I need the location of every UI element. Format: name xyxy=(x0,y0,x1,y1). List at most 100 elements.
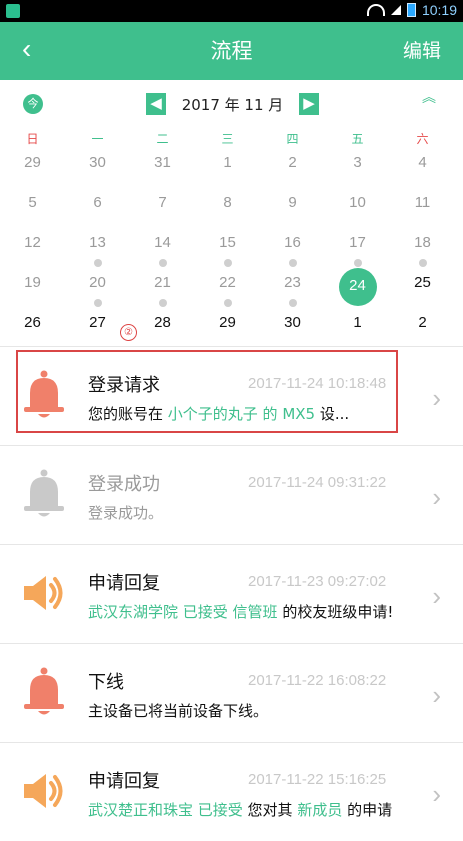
today-button[interactable]: 今 xyxy=(23,94,43,114)
weekday-label: 日 xyxy=(26,132,39,146)
calendar-day[interactable]: 9 xyxy=(260,190,325,230)
day-number: 11 xyxy=(414,194,431,211)
calendar-day[interactable]: 16 xyxy=(260,230,325,270)
prev-month-button[interactable]: ◀ xyxy=(146,93,166,115)
speaker-icon xyxy=(22,567,66,619)
calendar-day[interactable]: 10 xyxy=(325,190,390,230)
notification-item[interactable]: 登录成功 2017-11-24 09:31:22 登录成功。 › xyxy=(0,445,463,544)
calendar-day[interactable]: 11 xyxy=(390,190,455,230)
month-label: 2017 年 11 月 xyxy=(181,96,284,114)
body-text: 的申请 xyxy=(342,801,393,819)
day-number: 29 xyxy=(219,314,236,331)
bell-icon xyxy=(22,666,66,718)
notification-time: 2017-11-22 15:16:25 xyxy=(248,771,387,788)
event-dot xyxy=(223,259,232,267)
notification-body: 武汉东湖学院 已接受 信管班 的校友班级申请! xyxy=(88,601,408,624)
day-number: 10 xyxy=(349,194,366,211)
notification-item[interactable]: 申请回复 2017-11-23 09:27:02 武汉东湖学院 已接受 信管班 的校… xyxy=(0,544,463,643)
event-dot xyxy=(93,299,102,307)
calendar-day[interactable]: 29 xyxy=(0,150,65,190)
body-text: 的校友班级申请! xyxy=(277,603,394,621)
calendar-day[interactable]: 2 xyxy=(390,310,455,350)
calendar-day[interactable]: 15 xyxy=(195,230,260,270)
day-number: 14 xyxy=(154,234,171,251)
day-number: 4 xyxy=(418,154,427,171)
notification-body: 登录成功。 xyxy=(88,502,408,525)
day-number: 2 xyxy=(418,314,427,331)
calendar-day[interactable]: 5 xyxy=(0,190,65,230)
battery-icon xyxy=(406,3,416,17)
calendar-day[interactable]: 4 xyxy=(390,150,455,190)
day-number: 21 xyxy=(154,274,171,291)
calendar-day[interactable]: 18 xyxy=(390,230,455,270)
notification-item[interactable]: 申请回复 2017-11-22 15:16:25 武汉楚正和珠宝 已接受 您对其 新… xyxy=(0,742,463,841)
day-number: 9 xyxy=(288,194,297,211)
calendar-day[interactable]: 20 xyxy=(65,270,130,310)
calendar-day[interactable]: 3 xyxy=(325,150,390,190)
calendar-day[interactable]: 1 xyxy=(325,310,390,350)
notification-body: 武汉楚正和珠宝 已接受 您对其 新成员 的申请 xyxy=(88,799,408,822)
highlighted-text: 武汉楚正和珠宝 已接受 xyxy=(88,801,243,819)
calendar-day[interactable]: 8 xyxy=(195,190,260,230)
calendar-day[interactable]: 21 xyxy=(130,270,195,310)
calendar-day[interactable]: 31 xyxy=(130,150,195,190)
calendar-day[interactable]: 6 xyxy=(65,190,130,230)
notification-item[interactable]: 下线 2017-11-22 16:08:22 主设备已将当前设备下线。 › xyxy=(0,643,463,742)
collapse-calendar-icon[interactable]: ︽ xyxy=(422,91,436,105)
calendar-week-row: 5 6 7 8 9 10 11 xyxy=(0,190,463,230)
day-number: 20 xyxy=(89,274,106,291)
calendar-day-selected[interactable]: 24 xyxy=(325,268,390,310)
day-number: 1 xyxy=(223,154,232,171)
day-number: 18 xyxy=(414,234,431,251)
notification-time: 2017-11-24 09:31:22 xyxy=(248,474,387,491)
body-text: 主设备已将当前设备下线。 xyxy=(88,702,269,720)
calendar-day[interactable]: 13 xyxy=(65,230,130,270)
calendar-day[interactable]: 12 xyxy=(0,230,65,270)
day-number: 15 xyxy=(219,234,236,251)
calendar-day[interactable]: 22 xyxy=(195,270,260,310)
calendar-day[interactable]: 1 xyxy=(195,150,260,190)
notification-title: 申请回复 xyxy=(88,573,160,594)
notification-item[interactable]: 登录请求 2017-11-24 10:18:48 您的账号在 小个子的丸子 的 MX… xyxy=(0,346,463,445)
edit-button[interactable]: 编辑 xyxy=(403,36,441,63)
chevron-right-icon: › xyxy=(432,581,441,611)
weekday-label: 六 xyxy=(416,132,429,146)
speaker-icon xyxy=(22,765,66,817)
weekday-label: 四 xyxy=(286,132,299,146)
chevron-right-icon: › xyxy=(432,383,441,413)
calendar-day[interactable]: 2 xyxy=(260,150,325,190)
calendar-day[interactable]: 30 xyxy=(65,150,130,190)
annotation-marker: ② xyxy=(120,324,137,341)
calendar-day[interactable]: 7 xyxy=(130,190,195,230)
app-header: ‹ 流程 编辑 xyxy=(0,22,463,80)
event-dot xyxy=(93,259,102,267)
calendar-day[interactable]: 29 xyxy=(195,310,260,350)
day-number: 7 xyxy=(158,194,167,211)
notification-title: 申请回复 xyxy=(88,771,160,792)
calendar-week-row: 29 30 31 1 2 3 4 xyxy=(0,150,463,190)
calendar-day[interactable]: 25 xyxy=(390,270,455,310)
day-number: 1 xyxy=(353,314,362,331)
calendar-week-row: 19 20 21 22 23 24 25 xyxy=(0,268,463,310)
calendar-day[interactable]: 26 xyxy=(0,310,65,350)
weekday-label: 三 xyxy=(221,132,234,146)
status-time: 10:19 xyxy=(421,2,457,18)
day-number: 25 xyxy=(414,274,431,291)
body-text: 您对其 xyxy=(242,801,298,819)
calendar-day[interactable]: 17 xyxy=(325,230,390,270)
day-number: 13 xyxy=(89,234,106,251)
chevron-right-icon: › xyxy=(432,482,441,512)
annotation-highlight-box xyxy=(16,350,398,433)
event-dot xyxy=(418,259,427,267)
day-number: 2 xyxy=(288,154,297,171)
calendar-day[interactable]: 14 xyxy=(130,230,195,270)
day-number: 28 xyxy=(154,314,171,331)
day-number: 23 xyxy=(284,274,301,291)
day-number: 3 xyxy=(353,154,362,171)
body-text: 登录成功。 xyxy=(88,504,164,522)
calendar-day[interactable]: 28 xyxy=(130,310,195,350)
next-month-button[interactable]: ▶ xyxy=(299,93,319,115)
calendar-day[interactable]: 23 xyxy=(260,270,325,310)
calendar-day[interactable]: 19 xyxy=(0,270,65,310)
calendar-day[interactable]: 30 xyxy=(260,310,325,350)
